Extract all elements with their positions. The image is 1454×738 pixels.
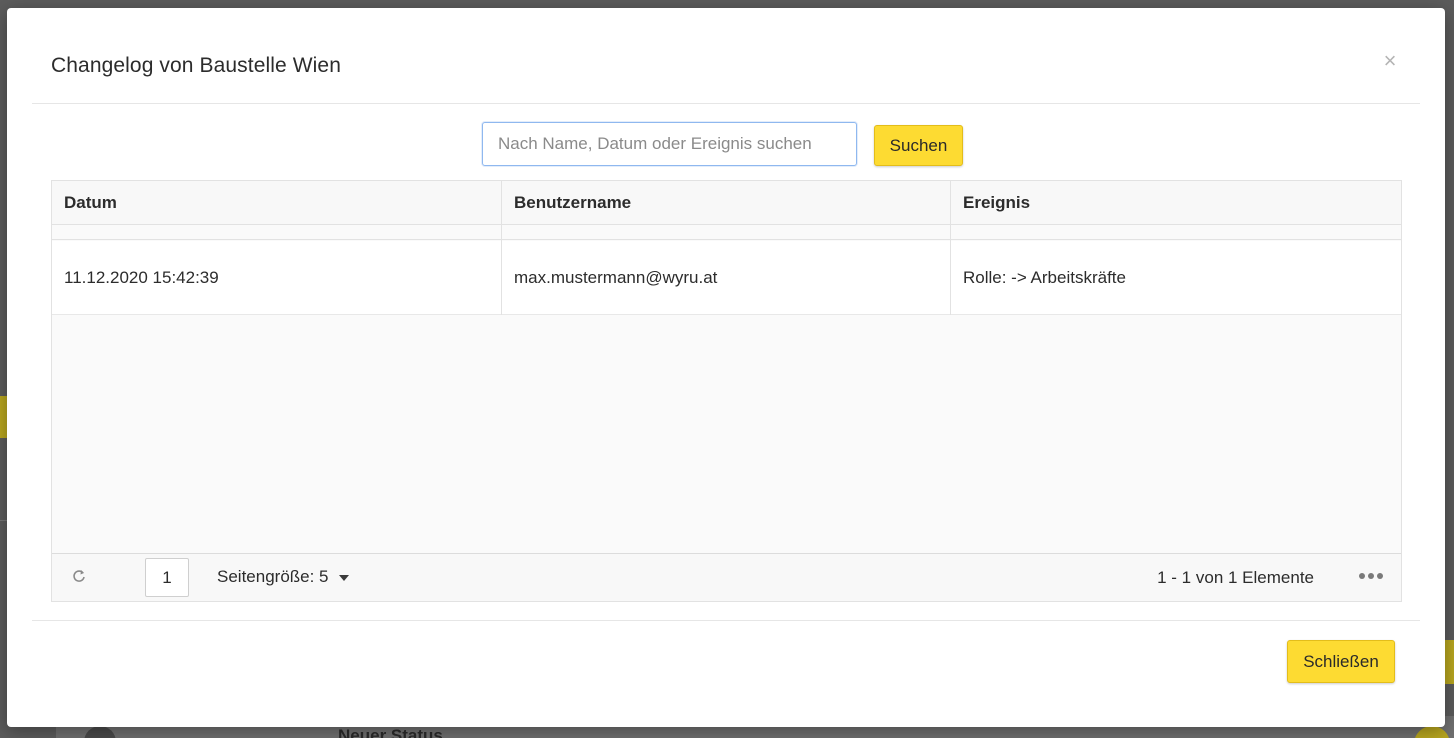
grid-empty-area xyxy=(52,316,1401,553)
refresh-icon-svg xyxy=(73,570,85,582)
dot xyxy=(1368,573,1374,579)
cell-benutzername: max.mustermann@wyru.at xyxy=(514,268,718,287)
column-header-datum[interactable]: Datum xyxy=(52,181,501,225)
changelog-grid: Datum Benutzername Ereignis 11.12.2020 1… xyxy=(51,180,1402,602)
search-button[interactable]: Suchen xyxy=(874,125,963,166)
ellipsis-icon[interactable] xyxy=(1359,566,1383,586)
refresh-icon[interactable] xyxy=(72,568,88,586)
dot xyxy=(1377,573,1383,579)
background-button-fragment-right xyxy=(1444,640,1454,684)
close-icon[interactable]: × xyxy=(1379,50,1401,72)
page-number-button[interactable]: 1 xyxy=(145,558,189,597)
cell-ereignis: Rolle: -> Arbeitskräfte xyxy=(963,268,1126,287)
grid-header: Datum Benutzername Ereignis xyxy=(52,181,1401,225)
background-button-fragment xyxy=(0,396,7,438)
modal-title: Changelog von Baustelle Wien xyxy=(51,54,341,77)
footer-divider xyxy=(32,620,1420,621)
column-separator xyxy=(501,181,502,315)
filter-row xyxy=(52,225,1401,240)
pager-info: 1 - 1 von 1 Elemente xyxy=(1157,568,1314,587)
dot xyxy=(1359,573,1365,579)
search-input[interactable] xyxy=(482,122,857,166)
chevron-down-icon xyxy=(338,574,349,581)
column-header-ereignis[interactable]: Ereignis xyxy=(951,181,1401,225)
page-size-label: Seitengröße: 5 xyxy=(217,567,329,586)
page-size-dropdown[interactable]: Seitengröße: 5 xyxy=(217,554,349,600)
column-separator xyxy=(950,181,951,315)
grid-pager: 1 Seitengröße: 5 1 - 1 von 1 Elemente xyxy=(52,553,1401,601)
header-divider xyxy=(32,103,1420,104)
close-button[interactable]: Schließen xyxy=(1287,640,1395,683)
table-row[interactable]: 11.12.2020 15:42:39 max.mustermann@wyru.… xyxy=(52,241,1401,315)
background-divider xyxy=(0,520,7,521)
changelog-modal: Changelog von Baustelle Wien × Suchen Da… xyxy=(7,8,1445,727)
cell-datum: 11.12.2020 15:42:39 xyxy=(64,268,219,287)
background-status-text: Neuer Status xyxy=(338,726,443,738)
column-header-benutzername[interactable]: Benutzername xyxy=(502,181,951,225)
